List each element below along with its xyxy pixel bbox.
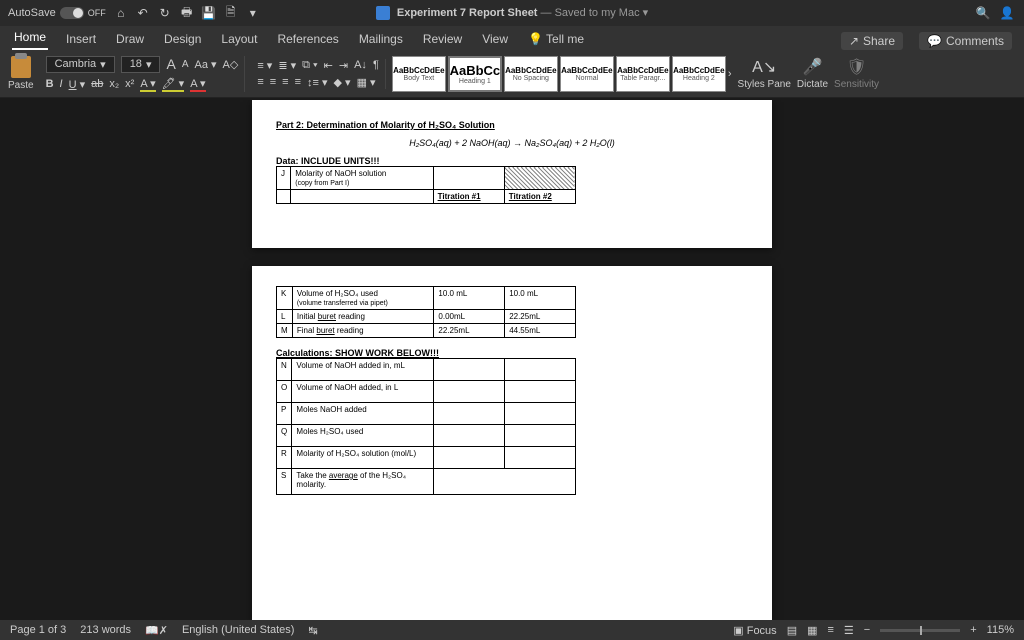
save-icon[interactable]: 💾 — [202, 6, 216, 20]
italic-button[interactable]: I — [60, 78, 63, 90]
tab-draw[interactable]: Draw — [114, 28, 146, 50]
view-print-icon[interactable]: ▤ — [787, 624, 797, 637]
paste-button[interactable]: Paste — [8, 56, 34, 91]
highlight-button[interactable]: 🖊 ▾ — [162, 77, 185, 92]
tab-review[interactable]: Review — [421, 28, 464, 50]
sensitivity-button[interactable]: 🛡Sensitivity — [834, 57, 879, 90]
tab-mailings[interactable]: Mailings — [357, 28, 405, 50]
inc-indent-button[interactable]: ⇥ — [339, 59, 348, 72]
font-size-select[interactable]: 18 ▾ — [121, 56, 161, 73]
newdoc-icon[interactable]: 🗎 — [224, 6, 238, 20]
zoom-value[interactable]: 115% — [987, 624, 1014, 636]
share-button[interactable]: ↗ Share — [841, 32, 903, 50]
style-body-text[interactable]: AaBbCcDdEeBody Text — [392, 56, 446, 92]
zoom-out-icon[interactable]: − — [864, 624, 870, 636]
borders-button[interactable]: ▦ ▾ — [357, 76, 376, 89]
tab-layout[interactable]: Layout — [219, 28, 259, 50]
numbering-button[interactable]: ≣ ▾ — [278, 59, 296, 72]
search-icon[interactable]: 🔍 — [976, 6, 990, 20]
showmarks-button[interactable]: ¶ — [373, 59, 379, 71]
style-no-spacing[interactable]: AaBbCcDdEeNo Spacing — [504, 56, 558, 92]
ribbon-tabs: Home Insert Draw Design Layout Reference… — [0, 26, 1024, 50]
clear-format-button[interactable]: A◇ — [223, 58, 239, 71]
word-doc-icon — [376, 6, 390, 20]
styles-more-icon[interactable]: › — [728, 68, 732, 80]
dec-indent-button[interactable]: ⇤ — [324, 59, 333, 72]
chevron-down-icon[interactable]: ▾ — [246, 6, 260, 20]
text-effects-button[interactable]: A ▾ — [140, 77, 155, 92]
view-outline-icon[interactable]: ☰ — [844, 624, 854, 637]
tab-design[interactable]: Design — [162, 28, 203, 50]
calc-header: Calculations: SHOW WORK BELOW!!! — [276, 348, 439, 358]
data-header: Data: INCLUDE UNITS!!! — [276, 156, 380, 166]
sort-button[interactable]: A↓ — [354, 59, 367, 71]
align-center-button[interactable]: ≡ — [270, 76, 276, 88]
bold-button[interactable]: B — [46, 78, 54, 90]
shading-button[interactable]: ◆ ▾ — [334, 76, 351, 89]
multilevel-button[interactable]: ⧉ ▾ — [302, 59, 318, 72]
tab-home[interactable]: Home — [12, 26, 48, 50]
align-right-button[interactable]: ≡ — [282, 76, 288, 88]
user-icon[interactable]: 👤 — [1000, 6, 1014, 20]
title-bar: AutoSave OFF ⌂ ↶ ↻ 🖶 💾 🗎 ▾ Experiment 7 … — [0, 0, 1024, 26]
home-icon[interactable]: ⌂ — [114, 6, 128, 20]
equation: H₂SO₄(aq) + 2 NaOH(aq) → Na₂SO₄(aq) + 2 … — [276, 138, 748, 148]
status-bar: Page 1 of 3 213 words 📖✗ English (United… — [0, 620, 1024, 640]
tab-insert[interactable]: Insert — [64, 28, 98, 50]
tab-view[interactable]: View — [480, 28, 510, 50]
page-2: KVolume of H₂SO₄ used(volume transferred… — [252, 266, 772, 620]
data-table-j: JMolarity of NaOH solution(copy from Par… — [276, 166, 576, 204]
zoom-slider[interactable] — [880, 629, 960, 632]
styles-gallery[interactable]: AaBbCcDdEeBody Text AaBbCcHeading 1 AaBb… — [392, 56, 732, 92]
style-heading-1[interactable]: AaBbCcHeading 1 — [448, 56, 502, 92]
autosave-toggle[interactable]: AutoSave OFF — [8, 7, 106, 19]
print-icon[interactable]: 🖶 — [180, 6, 194, 20]
data-table-klm: KVolume of H₂SO₄ used(volume transferred… — [276, 286, 576, 338]
change-case-button[interactable]: Aa ▾ — [194, 58, 216, 71]
page-1: Part 2: Determination of Molarity of H₂S… — [252, 100, 772, 248]
align-left-button[interactable]: ≡ — [257, 76, 263, 88]
tab-references[interactable]: References — [275, 28, 340, 50]
style-normal[interactable]: AaBbCcDdEeNormal — [560, 56, 614, 92]
spellcheck-icon[interactable]: 📖✗ — [145, 624, 168, 637]
comments-button[interactable]: 💬 Comments — [919, 32, 1012, 50]
bullets-button[interactable]: ≡ ▾ — [257, 59, 272, 72]
document-canvas[interactable]: Part 2: Determination of Molarity of H₂S… — [0, 100, 1024, 620]
underline-button[interactable]: U ▾ — [69, 78, 86, 91]
justify-button[interactable]: ≡ — [295, 76, 301, 88]
subscript-button[interactable]: x₂ — [109, 78, 119, 90]
dictate-button[interactable]: 🎤Dictate — [797, 57, 828, 90]
language[interactable]: English (United States) — [182, 624, 295, 636]
superscript-button[interactable]: x² — [125, 78, 134, 90]
style-table-paragraph[interactable]: AaBbCcDdEeTable Paragr... — [616, 56, 670, 92]
word-count[interactable]: 213 words — [80, 624, 131, 636]
section-title: Part 2: Determination of Molarity of H₂S… — [276, 120, 495, 130]
grow-font-button[interactable]: A — [166, 56, 175, 72]
calc-table: NVolume of NaOH added in, mL OVolume of … — [276, 358, 576, 495]
font-name-select[interactable]: Cambria ▾ — [46, 56, 115, 73]
undo-icon[interactable]: ↶ — [136, 6, 150, 20]
shrink-font-button[interactable]: A — [182, 59, 189, 70]
toggle-icon — [60, 7, 84, 19]
ribbon: Paste Cambria ▾ 18 ▾ A A Aa ▾ A◇ B I U ▾… — [0, 50, 1024, 98]
tell-me[interactable]: 💡 Tell me — [526, 28, 586, 50]
font-color-button[interactable]: A ▾ — [190, 77, 205, 92]
page-count[interactable]: Page 1 of 3 — [10, 624, 66, 636]
linespacing-button[interactable]: ↕≡ ▾ — [307, 76, 328, 89]
strike-button[interactable]: ab — [91, 78, 103, 90]
focus-button[interactable]: ▣ Focus — [733, 624, 776, 637]
zoom-in-icon[interactable]: + — [970, 624, 976, 636]
styles-pane-button[interactable]: A↘Styles Pane — [738, 57, 791, 90]
redo-icon[interactable]: ↻ — [158, 6, 172, 20]
clipboard-icon — [11, 56, 31, 78]
style-heading-2[interactable]: AaBbCcDdEeHeading 2 — [672, 56, 726, 92]
view-web-icon[interactable]: ≡ — [828, 624, 834, 636]
accessibility-icon[interactable]: ↹ — [308, 624, 317, 637]
view-read-icon[interactable]: ▦ — [807, 624, 817, 637]
